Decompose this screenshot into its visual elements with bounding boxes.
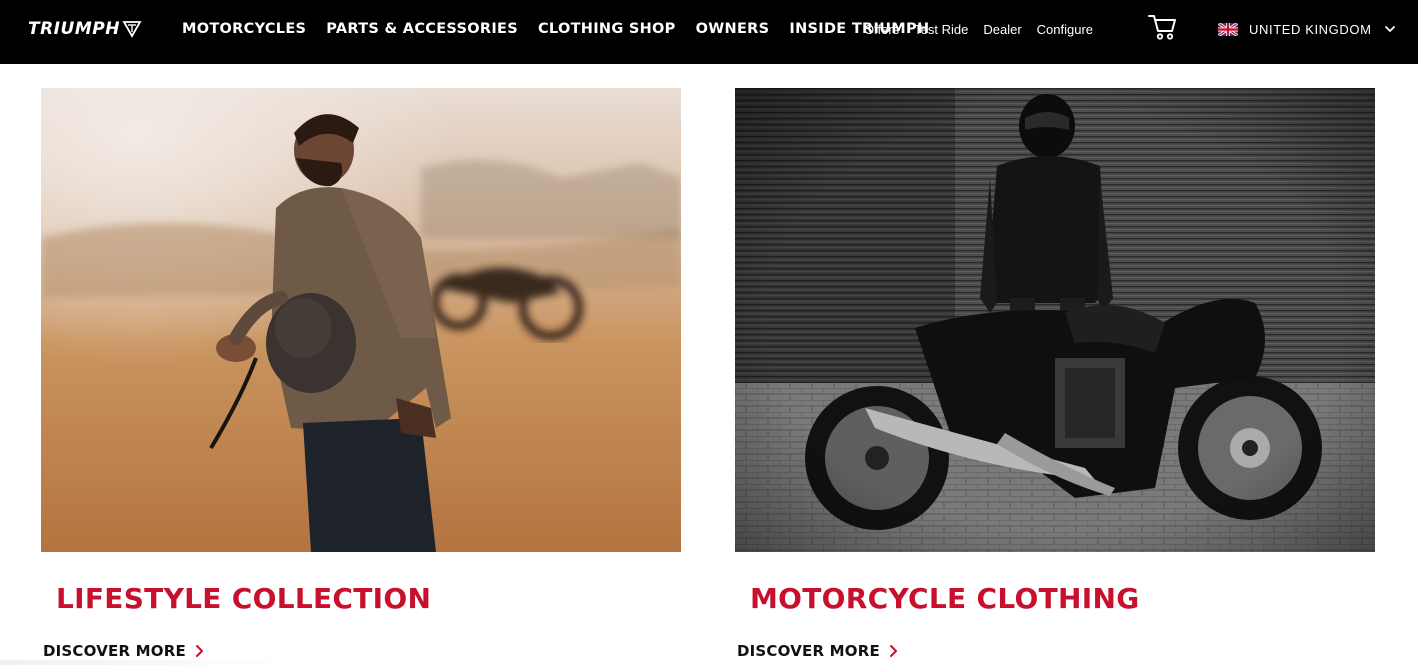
nav-owners[interactable]: OWNERS: [696, 21, 770, 37]
triumph-logo-mark-icon: [122, 21, 142, 38]
lifestyle-collection-title[interactable]: LIFESTYLE COLLECTION: [56, 582, 431, 615]
region-selector[interactable]: UNITED KINGDOM: [1218, 0, 1396, 58]
site-header: TRIUMPH MOTORCYCLES PARTS & ACCESSORIES …: [0, 0, 1418, 64]
motorcycle-clothing-title[interactable]: MOTORCYCLE CLOTHING: [750, 582, 1139, 615]
main-navigation: MOTORCYCLES PARTS & ACCESSORIES CLOTHING…: [182, 0, 949, 58]
nav-clothing-shop[interactable]: CLOTHING SHOP: [538, 21, 676, 37]
chevron-right-icon: [889, 645, 897, 657]
lifestyle-collection-image[interactable]: [41, 88, 681, 552]
util-offers[interactable]: Offers: [864, 22, 899, 37]
region-label: UNITED KINGDOM: [1249, 21, 1372, 37]
cart-icon[interactable]: [1147, 13, 1177, 41]
discover-more-label: DISCOVER MORE: [43, 642, 186, 660]
motorcycle-clothing-discover-more-link[interactable]: DISCOVER MORE: [737, 642, 898, 660]
triumph-logo[interactable]: TRIUMPH: [28, 16, 142, 42]
nav-parts-accessories[interactable]: PARTS & ACCESSORIES: [326, 21, 518, 37]
discover-more-label: DISCOVER MORE: [737, 642, 880, 660]
motorcycle-clothing-image[interactable]: [735, 88, 1375, 552]
util-configure[interactable]: Configure: [1037, 22, 1093, 37]
uk-flag-icon: [1218, 22, 1238, 36]
logo-text: TRIUMPH: [28, 19, 120, 39]
chevron-down-icon: [1384, 26, 1395, 32]
nav-motorcycles[interactable]: MOTORCYCLES: [182, 21, 306, 37]
utility-navigation: Offers Test Ride Dealer Configure: [864, 0, 1108, 58]
util-test-ride[interactable]: Test Ride: [914, 22, 968, 37]
bottom-fade-strip: [0, 660, 300, 665]
util-dealer[interactable]: Dealer: [983, 22, 1021, 37]
chevron-right-icon: [195, 645, 203, 657]
lifestyle-discover-more-link[interactable]: DISCOVER MORE: [43, 642, 204, 660]
